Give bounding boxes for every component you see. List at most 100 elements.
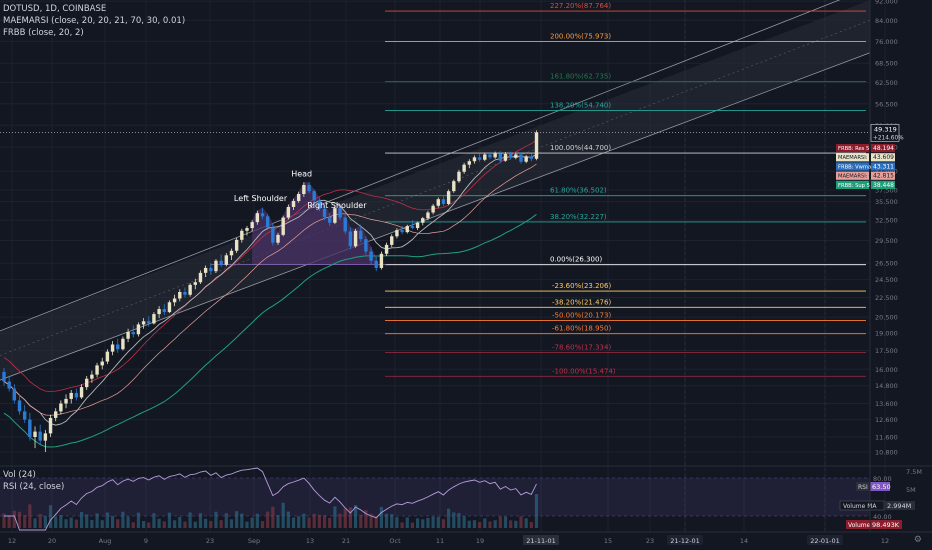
candle-body <box>302 185 306 194</box>
x-tick-label: 21 <box>342 537 350 545</box>
volume-bar <box>483 518 487 528</box>
volume-bar <box>328 517 332 528</box>
candle-body <box>276 234 280 243</box>
candle-body <box>250 222 254 229</box>
maemarsi-legend[interactable]: MAEMARSI (close, 20, 20, 21, 70, 30, 0.0… <box>3 16 185 27</box>
symbol-legend[interactable]: DOTUSD, 1D, COINBASE <box>3 4 106 15</box>
volume-bar <box>131 522 135 528</box>
candle-body <box>183 292 187 295</box>
y-tick-label: 24.500 <box>875 276 898 284</box>
volume-bar <box>173 520 177 528</box>
volume-bar <box>250 517 254 528</box>
x-tick-label: 19 <box>476 537 484 545</box>
volume-bar <box>426 517 430 528</box>
rsi-tag-text: RSI <box>858 484 868 491</box>
volume-bar <box>276 515 280 528</box>
volume-bar <box>271 506 275 528</box>
volume-bar <box>514 520 518 528</box>
volume-bar <box>28 504 32 528</box>
candle-body <box>271 227 275 243</box>
candle-body <box>405 226 409 233</box>
candle-body <box>131 332 135 335</box>
volume-bar <box>286 511 290 528</box>
vol-legend[interactable]: Vol (24) <box>3 470 36 480</box>
candle-body <box>291 200 296 207</box>
fib-label: -50.00%(20.173) <box>552 312 611 320</box>
volume-bar <box>188 512 192 528</box>
volume-bar <box>436 516 440 528</box>
candle-body <box>147 321 151 324</box>
candle-body <box>312 191 316 201</box>
candle-body <box>498 153 503 161</box>
candle-body <box>395 230 399 237</box>
y-tick-label: 12.600 <box>875 416 898 424</box>
candle-body <box>415 222 420 229</box>
volume-bar <box>110 516 115 528</box>
candle-body <box>369 251 373 261</box>
fib-label: 200.00%(75.973) <box>550 32 611 40</box>
volume-bar <box>38 514 42 528</box>
y-tick-label: 35.500 <box>875 198 898 206</box>
volume-bar <box>390 514 394 528</box>
rsi-badge-text: 63.50 <box>872 483 891 491</box>
x-tick-label: 12 <box>8 537 16 545</box>
candle-body <box>457 171 461 182</box>
volume-bar <box>64 519 68 528</box>
volume-bar <box>534 494 539 528</box>
candle-body <box>90 374 94 379</box>
candle-body <box>374 260 378 268</box>
rsi-legend[interactable]: RSI (24, close) <box>3 482 64 492</box>
candle-body <box>348 231 353 247</box>
candle-body <box>359 230 363 240</box>
candle-body <box>85 378 89 388</box>
fib-label: -23.60%(23.206) <box>552 282 611 290</box>
volume-bar <box>312 513 316 528</box>
candle-body <box>431 205 435 213</box>
x-tick-label: 11 <box>436 537 444 545</box>
candle-body <box>2 371 6 382</box>
volume-bar <box>297 516 301 528</box>
price-chart[interactable]: 227.20%(87.764) 200.00%(75.973) 161.80%(62… <box>0 0 932 550</box>
candle-body <box>529 156 534 159</box>
indicator-price-text: 42.815 <box>873 173 894 180</box>
y-tick-label: 14.800 <box>875 382 898 390</box>
volma-tag-text: Volume MA <box>843 503 877 510</box>
candle-body <box>519 154 523 162</box>
vol-tick: 5M <box>906 486 916 494</box>
volume-bar <box>136 512 141 528</box>
volume-bar <box>519 516 523 528</box>
settings-gear-icon[interactable]: ⚙ <box>914 535 922 545</box>
volume-bar <box>431 516 435 528</box>
candle-body <box>524 156 528 162</box>
candle-body <box>477 157 482 160</box>
x-tick-label: 23 <box>646 537 654 545</box>
candle-body <box>452 181 456 192</box>
candle-body <box>534 132 539 159</box>
volume-bar <box>322 515 327 528</box>
candle-body <box>157 309 161 315</box>
rsi-tick: 40.00 <box>873 513 892 521</box>
candle-body <box>421 218 425 223</box>
candle-body <box>193 282 197 285</box>
volume-bar <box>23 515 27 528</box>
indicator-price-text: 38.448 <box>873 182 894 189</box>
candle-body <box>121 338 125 350</box>
candle-body <box>224 255 229 265</box>
volume-bar <box>141 521 146 528</box>
volume-bar <box>524 518 528 528</box>
x-tick-label: 20 <box>48 537 56 545</box>
price-axis[interactable]: 92.00084.00076.00068.50062.50056.50051.0… <box>869 0 898 532</box>
volume-bar <box>224 513 228 528</box>
volume-bar <box>281 502 285 528</box>
y-tick-label: 68.500 <box>875 60 898 68</box>
volume-bar <box>209 520 213 528</box>
candle-body <box>483 154 487 160</box>
volume-bar <box>240 513 244 528</box>
volume-bar <box>255 513 259 528</box>
volume-bar <box>121 511 125 528</box>
volume-bar <box>74 519 78 528</box>
volume-bar <box>343 508 347 528</box>
frbb-legend[interactable]: FRBB (close, 20, 2) <box>3 28 84 39</box>
candle-body <box>343 217 347 232</box>
volume-bar <box>452 512 456 528</box>
